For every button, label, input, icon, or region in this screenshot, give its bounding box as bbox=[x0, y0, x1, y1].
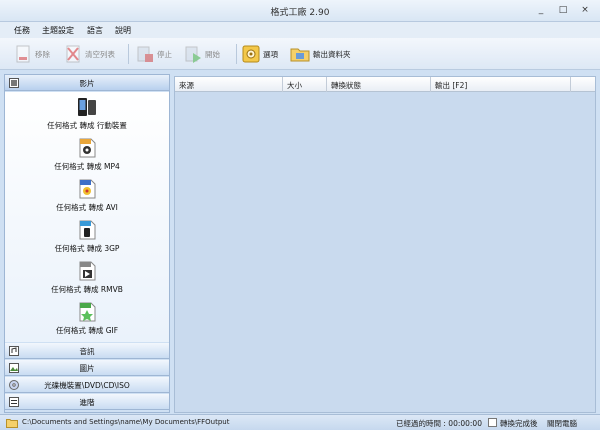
shutdown-option[interactable]: 關閉電腦 bbox=[547, 418, 577, 429]
output-folder-button[interactable]: 輸出資料夾 bbox=[290, 42, 351, 66]
menu-help[interactable]: 說明 bbox=[115, 25, 131, 36]
options-button[interactable]: 選項 bbox=[242, 42, 278, 66]
category-video-label: 影片 bbox=[79, 79, 95, 88]
start-label: 開始 bbox=[205, 49, 220, 59]
category-audio-label: 音訊 bbox=[79, 347, 95, 356]
clear-label: 清空列表 bbox=[85, 49, 115, 59]
list-item-3gp[interactable]: 任何格式 轉成 3GP bbox=[5, 217, 169, 257]
list-item-mp4[interactable]: 任何格式 轉成 MP4 bbox=[5, 135, 169, 175]
toolbar-separator bbox=[236, 44, 237, 64]
clear-list-button[interactable]: 清空列表 bbox=[64, 42, 115, 66]
after-convert-label: 轉換完成後 bbox=[500, 419, 538, 428]
close-button[interactable]: × bbox=[578, 4, 592, 16]
list-item-label: 任何格式 轉成 RMVB bbox=[51, 285, 123, 294]
3gp-file-icon bbox=[79, 220, 96, 240]
category-picture-label: 圖片 bbox=[79, 364, 95, 373]
column-header-source[interactable]: 來源 bbox=[175, 77, 283, 92]
folder-icon bbox=[290, 44, 310, 64]
list-item-avi[interactable]: 任何格式 轉成 AVI bbox=[5, 176, 169, 216]
list-item-gif[interactable]: 任何格式 轉成 GIF bbox=[5, 299, 169, 339]
stop-label: 停止 bbox=[157, 49, 172, 59]
rmvb-file-icon bbox=[79, 261, 96, 281]
category-rom-device-label: 光碟機裝置\DVD\CD\ISO bbox=[44, 381, 130, 390]
list-item-rmvb[interactable]: 任何格式 轉成 RMVB bbox=[5, 258, 169, 298]
output-path[interactable]: C:\Documents and Settings\name\My Docume… bbox=[22, 418, 229, 426]
menu-task[interactable]: 任務 bbox=[14, 25, 30, 36]
column-header-output[interactable]: 輸出 [F2] bbox=[431, 77, 571, 92]
video-format-list: 任何格式 轉成 行動裝置 任何格式 轉成 MP4 任何格式 轉成 AVI 任何格… bbox=[5, 92, 169, 342]
table-header: 來源 大小 轉換狀態 輸出 [F2] bbox=[175, 77, 595, 92]
category-audio[interactable]: 音訊 bbox=[5, 343, 169, 359]
stop-icon bbox=[136, 44, 154, 64]
start-button[interactable]: 開始 bbox=[184, 42, 220, 66]
avi-file-icon bbox=[79, 179, 96, 199]
list-item-mobile[interactable]: 任何格式 轉成 行動裝置 bbox=[5, 94, 169, 134]
list-item-label: 任何格式 轉成 3GP bbox=[54, 244, 120, 253]
mobile-device-icon bbox=[78, 98, 96, 116]
output-folder-label: 輸出資料夾 bbox=[313, 49, 351, 59]
minimize-button[interactable]: _ bbox=[534, 4, 548, 16]
menu-bar: 任務 主題設定 語言 說明 bbox=[0, 22, 600, 38]
stop-button[interactable]: 停止 bbox=[136, 42, 172, 66]
toolbar: 移除 清空列表 停止 開始 選項 輸出資料夾 bbox=[0, 38, 600, 70]
remove-label: 移除 bbox=[35, 49, 50, 59]
list-item-label: 任何格式 轉成 AVI bbox=[56, 203, 118, 212]
list-item-label: 任何格式 轉成 GIF bbox=[55, 326, 119, 335]
toolbar-separator bbox=[128, 44, 129, 64]
column-header-size[interactable]: 大小 bbox=[283, 77, 327, 92]
maximize-button[interactable]: □ bbox=[556, 4, 570, 16]
gif-file-icon bbox=[79, 302, 96, 322]
gear-icon bbox=[242, 44, 260, 64]
clear-icon bbox=[64, 44, 82, 64]
list-item-label: 任何格式 轉成 行動裝置 bbox=[47, 121, 127, 130]
category-picture[interactable]: 圖片 bbox=[5, 360, 169, 376]
menu-skin[interactable]: 主題設定 bbox=[42, 25, 74, 36]
options-label: 選項 bbox=[263, 49, 278, 59]
category-advanced-label: 進階 bbox=[79, 398, 95, 407]
column-header-status[interactable]: 轉換狀態 bbox=[327, 77, 431, 92]
title-bar: 格式工廠 2.90 _ □ × bbox=[0, 0, 600, 22]
status-bar: C:\Documents and Settings\name\My Docume… bbox=[0, 414, 600, 430]
window-title: 格式工廠 2.90 bbox=[270, 8, 330, 18]
category-advanced[interactable]: 進階 bbox=[5, 394, 169, 410]
task-list[interactable]: 來源 大小 轉換狀態 輸出 [F2] bbox=[174, 76, 596, 413]
remove-icon bbox=[14, 44, 32, 64]
menu-language[interactable]: 語言 bbox=[87, 25, 103, 36]
mp4-file-icon bbox=[79, 138, 96, 158]
start-icon bbox=[184, 44, 202, 64]
category-video[interactable]: 影片 bbox=[5, 75, 169, 91]
elapsed-time: 已經過的時間 : 00:00:00 bbox=[396, 419, 482, 428]
after-convert-checkbox[interactable] bbox=[488, 418, 497, 427]
category-rom-device[interactable]: 光碟機裝置\DVD\CD\ISO bbox=[5, 377, 169, 393]
remove-button[interactable]: 移除 bbox=[14, 42, 50, 66]
folder-icon[interactable] bbox=[6, 418, 18, 428]
sidebar: 影片 任何格式 轉成 行動裝置 任何格式 轉成 MP4 任何格式 轉成 AVI … bbox=[4, 74, 170, 413]
list-item-label: 任何格式 轉成 MP4 bbox=[54, 162, 120, 171]
